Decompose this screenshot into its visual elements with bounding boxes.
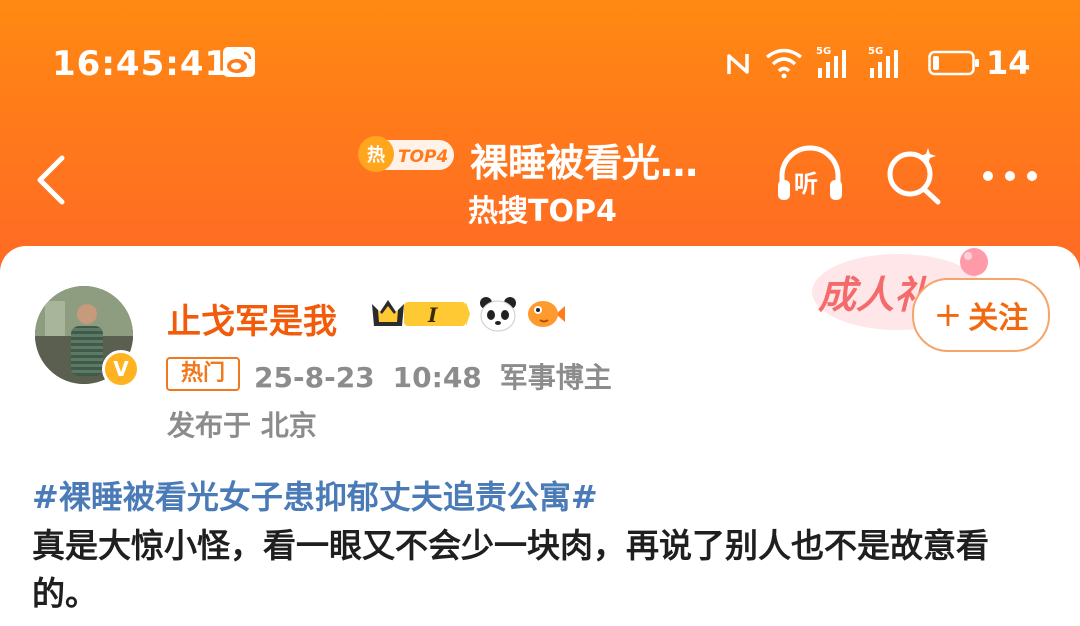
status-bar: 16:45:41 5G 5G 14	[0, 0, 1080, 120]
post-location: 发布于 北京	[167, 409, 317, 442]
author-role: 军事博主	[499, 361, 612, 394]
weibo-notification-icon	[223, 47, 255, 77]
crown-level-badge-icon: I	[372, 300, 470, 327]
hot-tag-badge: 热门	[166, 357, 240, 391]
nav-title[interactable]: 裸睡被看光…	[470, 132, 698, 187]
hot-search-badge: 热 TOP4	[358, 136, 454, 172]
top-nav-bar: 热 TOP4 裸睡被看光… 热搜TOP4 听	[0, 120, 1080, 240]
svg-text:热: 热	[367, 144, 385, 166]
nfc-icon	[727, 54, 749, 74]
listen-label: 听	[794, 170, 818, 198]
level-badge-label: I	[427, 303, 438, 327]
post-card: V 止戈军是我 I 热门 25-8-23 10:48 军事博主 发布于 北京 成人礼…	[0, 246, 1080, 626]
status-time: 16:45:41	[52, 44, 230, 84]
post-date: 25-8-23	[254, 361, 375, 394]
svg-text:5G: 5G	[816, 46, 831, 57]
signal-5g-icon-2: 5G	[868, 46, 898, 78]
post-body-text: 真是大惊小怪，看一眼又不会少一块肉，再说了别人也不是故意看的。	[32, 526, 989, 613]
fish-icon	[528, 301, 565, 327]
svg-text:5G: 5G	[868, 46, 883, 57]
plus-icon: +	[933, 295, 963, 335]
more-options-icon[interactable]	[980, 164, 1040, 188]
nav-subtitle: 热搜TOP4	[468, 194, 617, 229]
username[interactable]: 止戈军是我	[167, 294, 337, 343]
post-meta: 25-8-23 10:48 军事博主	[254, 356, 630, 396]
battery-level: 14	[986, 44, 1031, 82]
post-hashtag-link[interactable]: #裸睡被看光女子患抑郁丈夫追责公寓#	[32, 472, 598, 518]
wifi-icon	[765, 48, 803, 79]
verified-badge-icon: V	[102, 350, 140, 388]
hot-badge-label: TOP4	[398, 147, 448, 167]
post-time: 10:48	[392, 361, 482, 394]
back-arrow-icon[interactable]	[30, 150, 74, 210]
search-icon[interactable]	[884, 144, 944, 206]
follow-label: 关注	[968, 301, 1029, 336]
listen-headphones-icon[interactable]: 听	[774, 144, 846, 208]
panda-icon	[480, 297, 516, 332]
battery-icon	[928, 50, 979, 76]
signal-5g-icon-1: 5G	[816, 46, 846, 78]
follow-button[interactable]: + 关注	[912, 278, 1050, 352]
